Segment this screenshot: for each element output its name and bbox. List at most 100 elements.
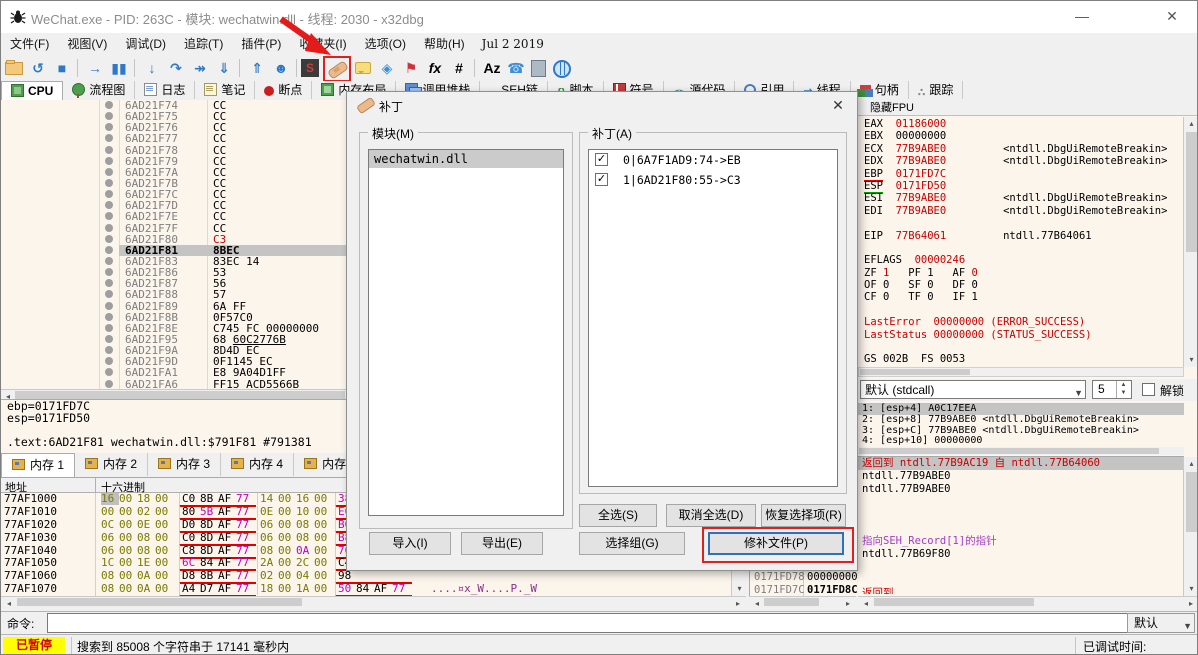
globe-icon[interactable] [553, 60, 571, 78]
menu-view[interactable]: 视图(V) [58, 33, 116, 56]
stack-comment-row[interactable]: ntdll.77B69F80 [858, 548, 1184, 561]
breakpoint-dot-icon[interactable] [105, 312, 113, 321]
breakpoint-dot-icon[interactable] [105, 212, 113, 221]
register-line[interactable] [858, 217, 1185, 229]
register-line[interactable]: ESP 0171FD50 [858, 179, 1185, 194]
patch-checkbox[interactable]: ✓ [595, 173, 608, 186]
dump-tab[interactable]: 内存 4 [221, 453, 295, 476]
unlock-checkbox[interactable] [1142, 383, 1155, 396]
stack-comment-row[interactable] [858, 496, 1184, 509]
register-line[interactable]: OF 0 SF 0 DF 0 [858, 279, 1185, 291]
tab-breakpoints[interactable]: 断点 [255, 81, 313, 99]
breakpoint-dot-icon[interactable] [105, 379, 113, 388]
restart-icon[interactable]: ↺ [27, 57, 49, 79]
dump-tab[interactable]: 内存 2 [75, 453, 149, 476]
calculator-icon[interactable] [531, 60, 546, 77]
register-line[interactable] [858, 341, 1185, 353]
menu-debug[interactable]: 调试(D) [116, 33, 175, 56]
register-line[interactable]: EDI 77B9ABE0 <ntdll.DbgUiRemoteBreakin> [858, 205, 1185, 217]
dialog-close-button[interactable]: ✕ [829, 96, 847, 114]
stack-comment-row[interactable]: 指向SEH_Record[1]的指针 [858, 535, 1184, 548]
menu-file[interactable]: 文件(F) [1, 33, 58, 56]
stack-hscrollbar[interactable]: ◂ ▸ [749, 596, 856, 610]
register-line[interactable]: EBP 0171FD7C [858, 167, 1185, 182]
notify-icon[interactable]: ☎ [505, 57, 527, 79]
breakpoint-dot-icon[interactable] [105, 190, 113, 199]
command-profile-select[interactable]: 默认 ▼ [1127, 613, 1195, 633]
stack-comment-row[interactable]: ntdll.77B9ABE0 [858, 470, 1184, 483]
breakpoint-dot-icon[interactable] [105, 357, 113, 366]
execute-till-return-icon[interactable]: ⇑ [246, 57, 268, 79]
register-line[interactable]: EDX 77B9ABE0 <ntdll.DbgUiRemoteBreakin> [858, 155, 1185, 167]
breakpoint-dot-icon[interactable] [105, 279, 113, 288]
breakpoint-dot-icon[interactable] [105, 301, 113, 310]
spinner-arrows-icon[interactable]: ▲ ▼ [1116, 381, 1130, 398]
breakpoint-dot-icon[interactable] [105, 134, 113, 143]
hash-icon[interactable]: # [448, 57, 470, 79]
import-button[interactable]: 导入(I) [369, 532, 451, 555]
close-button[interactable]: ✕ [1157, 3, 1187, 29]
register-line[interactable]: ZF 1 PF 1 AF 0 [858, 267, 1185, 279]
register-line[interactable]: GS 002B FS 0053 [858, 353, 1185, 365]
register-line[interactable]: LastStatus 00000000 (STATUS_SUCCESS) [858, 329, 1185, 341]
run-to-user-code-icon[interactable]: ↠ [189, 57, 211, 79]
patch-list-item[interactable]: ✓ 0|6A7F1AD9:74->EB [589, 150, 837, 170]
dump-tab[interactable]: 内存 1 [1, 453, 76, 477]
breakpoint-dot-icon[interactable] [105, 290, 113, 299]
command-input[interactable] [47, 613, 1129, 633]
register-line[interactable] [858, 242, 1185, 254]
breakpoint-dot-icon[interactable] [105, 234, 113, 243]
tab-cpu[interactable]: CPU [1, 81, 64, 101]
patch-list-item[interactable]: ✓ 1|6AD21F80:55->C3 [589, 170, 837, 190]
registers-vscrollbar[interactable]: ▴ ▾ [1183, 117, 1197, 367]
breakpoint-dot-icon[interactable] [105, 101, 113, 109]
breakpoint-dot-icon[interactable] [105, 201, 113, 210]
stack-comment-row[interactable] [858, 574, 1184, 587]
register-line[interactable] [858, 304, 1185, 316]
menu-trace[interactable]: 追踪(T) [175, 33, 232, 56]
tab-notes[interactable]: 笔记 [195, 81, 256, 99]
register-line[interactable]: ESI 77B9ABE0 <ntdll.DbgUiRemoteBreakin> [858, 192, 1185, 204]
run-icon[interactable]: → [84, 57, 106, 79]
register-line[interactable]: EAX 01186000 [858, 118, 1185, 130]
breakpoint-dot-icon[interactable] [105, 178, 113, 187]
module-list-item[interactable]: wechatwin.dll [369, 150, 563, 168]
registers-hscrollbar[interactable] [858, 367, 1184, 377]
breakpoint-dot-icon[interactable] [105, 223, 113, 232]
stack-comment-row[interactable]: 返回到 ntdll.77B9AC19 自 ntdll.77B64060 [858, 457, 1184, 470]
stop-icon[interactable]: ■ [51, 57, 73, 79]
step-into-icon[interactable]: ↓ [141, 57, 163, 79]
hide-fpu-button[interactable]: 隐藏FPU [858, 100, 1197, 116]
step-over-icon[interactable]: ↷ [165, 57, 187, 79]
dump-hscrollbar[interactable]: ◂ ▸ [1, 596, 746, 610]
restore-selection-button[interactable]: 恢复选择项(R) [761, 504, 846, 527]
pause-icon[interactable]: ▮▮ [108, 57, 130, 79]
register-line[interactable]: EIP 77B64061 ntdll.77B64061 [858, 230, 1185, 242]
register-line[interactable]: EFLAGS 00000246 [858, 254, 1185, 266]
patch-file-button[interactable]: 修补文件(P) [708, 532, 844, 555]
step-out-icon[interactable]: ⇓ [213, 57, 235, 79]
stack-comment-row[interactable] [858, 561, 1184, 574]
stack-row[interactable]: 0171FD78 00000000 [750, 571, 858, 584]
bookmark-icon[interactable]: ⚑ [400, 57, 422, 79]
minimize-button[interactable]: — [1067, 3, 1097, 29]
stack-comment-row[interactable] [858, 522, 1184, 535]
breakpoint-dot-icon[interactable] [105, 346, 113, 355]
argument-row[interactable]: 2: [esp+8] 77B9ABE0 <ntdll.DbgUiRemoteBr… [858, 414, 1184, 426]
breakpoint-dot-icon[interactable] [105, 112, 113, 121]
menu-help[interactable]: 帮助(H) [415, 33, 474, 56]
modules-list[interactable]: wechatwin.dll [368, 149, 564, 516]
register-line[interactable]: EBX 00000000 [858, 130, 1185, 142]
deselect-all-button[interactable]: 取消全选(D) [666, 504, 756, 527]
comments-vscrollbar[interactable]: ▴ ▾ [1183, 457, 1197, 596]
menu-options[interactable]: 选项(O) [356, 33, 415, 56]
register-line[interactable]: LastError 00000000 (ERROR_SUCCESS) [858, 316, 1185, 328]
breakpoint-dot-icon[interactable] [105, 123, 113, 132]
breakpoint-dot-icon[interactable] [105, 368, 113, 377]
stack-comment-row[interactable]: 返回到 [858, 587, 1184, 594]
argument-row[interactable]: 4: [esp+10] 00000000 [858, 436, 1184, 447]
breakpoint-dot-icon[interactable] [105, 145, 113, 154]
patch-checkbox[interactable]: ✓ [595, 153, 608, 166]
register-line[interactable]: CF 0 TF 0 IF 1 [858, 291, 1185, 303]
tab-handles[interactable]: 句柄 [851, 81, 909, 99]
